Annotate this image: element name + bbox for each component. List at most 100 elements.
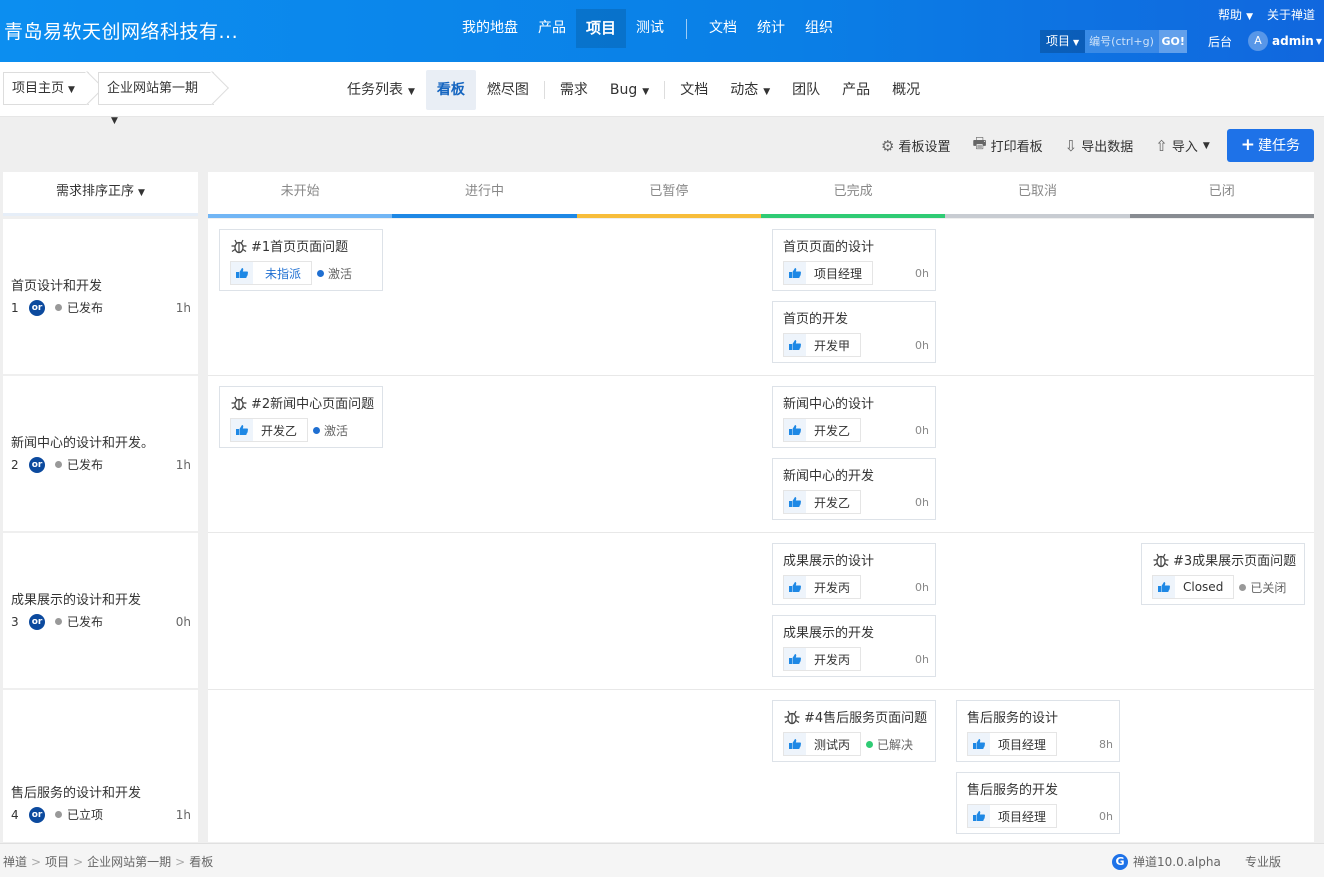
task-card[interactable]: 成果展示的设计 开发丙 0h [772,543,936,605]
printer-icon: 🖶 [972,134,987,152]
assign-button[interactable]: 开发乙 [230,418,309,442]
version-info[interactable]: G 禅道10.0.alpha [1112,853,1221,870]
subnav-item[interactable]: 燃尽图 [476,70,540,110]
bug-card[interactable]: #1首页页面问题 未指派 激活 [219,229,383,291]
card-title[interactable]: 新闻中心的开发 [783,465,874,484]
task-card[interactable]: 售后服务的开发 项目经理 0h [956,772,1120,834]
search-type-select[interactable]: 项目 ▼ [1040,30,1086,53]
search-go-button[interactable]: GO! [1159,30,1188,53]
task-card[interactable]: 新闻中心的开发 开发乙 0h [772,458,936,520]
task-card[interactable]: 售后服务的设计项目经理 8h [956,700,1120,762]
assignee: Closed [1183,580,1224,594]
subnav-item[interactable]: 看板 [425,69,476,110]
story-title[interactable]: 成果展示的设计和开发 [11,589,141,608]
main-nav-item[interactable]: 统计 [747,9,795,48]
task-card[interactable]: 成果展示的开发开发丙 0h [772,615,936,677]
card-title[interactable]: #2新闻中心页面问题 [251,393,374,412]
bug-card[interactable]: #3成果展示页面问题 Closed 已关闭 [1141,543,1305,605]
main-nav-item[interactable]: 文档 [699,9,747,48]
assign-button[interactable]: 开发丙 [783,575,862,599]
card-title[interactable]: 售后服务的开发 [967,779,1058,798]
card-hours: 0h [915,266,929,280]
footer-crumb[interactable]: 项目 [45,855,69,869]
crumb-project-home[interactable]: 项目主页 ▼ [3,72,89,105]
subnav-item[interactable]: 概况 [881,70,931,110]
story-title[interactable]: 新闻中心的设计和开发。 [11,432,154,451]
assign-button[interactable]: 测试丙 [783,732,862,756]
assign-button[interactable]: 开发丙 [783,647,862,671]
assign-button[interactable]: 项目经理 [783,261,874,285]
card-title[interactable]: 成果展示的开发 [783,622,874,641]
assignee: 项目经理 [814,266,863,281]
task-card[interactable]: 新闻中心的设计 开发乙 0h [772,386,936,448]
admin-backend-link[interactable]: 后台 [1208,33,1232,50]
crumb-project-select[interactable]: 企业网站第一期▼ [98,72,214,126]
bug-card[interactable]: #4售后服务页面问题 测试丙 已解决 [772,700,936,762]
company-name[interactable]: 青岛易软天创网络科技有... [4,17,238,44]
assignee: 未指派 [265,266,302,281]
story-title[interactable]: 首页设计和开发 [11,275,102,294]
lane-body: #4售后服务页面问题 测试丙 已解决 售后服务的设计 项目经理 8h 售后服务的开发 项目经理… [208,690,1314,842]
subnav-item[interactable]: 动态 ▼ [719,70,781,110]
assignee: 项目经理 [998,809,1047,824]
main-nav-item[interactable]: 我的地盘 [452,9,528,48]
assign-button[interactable]: 开发甲 [783,333,862,357]
status-badge: 激活 [313,422,348,439]
subnav-item[interactable]: 任务列表 ▼ [336,70,426,110]
about-link[interactable]: 关于禅道 [1267,6,1315,23]
assign-button[interactable]: 开发乙 [783,418,862,442]
subnav-item[interactable]: 团队 [781,70,831,110]
card-title[interactable]: 首页的开发 [783,308,848,327]
assign-button[interactable]: Closed [1152,575,1235,599]
task-card[interactable]: 首页页面的设计项目经理 0h [772,229,936,291]
subnav-item[interactable]: 需求 [549,70,599,110]
bug-card[interactable]: #2新闻中心页面问题开发乙 激活 [219,386,383,448]
story-sort-toggle[interactable]: 需求排序正序 ▼ [3,172,198,216]
print-kanban-button[interactable]: 🖶 打印看板 [972,133,1042,158]
search-input[interactable] [1085,30,1160,53]
assign-button[interactable]: 开发乙 [783,490,862,514]
create-task-button[interactable]: + 建任务 [1226,129,1314,162]
story-status: 已发布 [67,615,104,629]
footer-crumb[interactable]: 企业网站第一期 [87,855,171,869]
assign-button[interactable]: 未指派 [230,261,313,285]
user-menu[interactable]: A admin ▼ [1248,31,1322,51]
card-title[interactable]: 成果展示的设计 [783,550,874,569]
card-title[interactable]: 首页页面的设计 [783,236,874,255]
thumbs-up-icon [968,805,990,827]
bug-icon [231,239,247,253]
search-box: 项目▼ GO! [1040,30,1188,53]
main-nav-item[interactable]: 产品 [528,9,576,48]
help-menu[interactable]: 帮助 ▼ [1218,6,1253,23]
kanban-board: 需求排序正序 ▼ 未开始 进行中 已暂停 已完成 已取消 已闭 首页设计和开发 1 or 已发布 1… [3,172,1314,842]
main-nav-item[interactable]: 组织 [795,9,843,48]
subnav-item[interactable]: 文档 [669,70,719,110]
card-hours: 8h [1099,737,1113,751]
assignee: 测试丙 [814,737,851,752]
story-title[interactable]: 售后服务的设计和开发 [11,782,141,801]
card-title[interactable]: 售后服务的设计 [967,707,1058,726]
card-title[interactable]: 新闻中心的设计 [783,393,874,412]
assignee: 开发甲 [814,338,851,353]
upload-icon: ⇧ [1155,136,1168,155]
card-title[interactable]: #4售后服务页面问题 [804,707,927,726]
subnav-item[interactable]: 产品 [831,70,881,110]
footer-crumb: 看板 [189,855,214,869]
footer-crumb[interactable]: 禅道 [3,855,27,869]
avatar: or [29,613,45,630]
bug-icon [784,710,800,724]
import-button[interactable]: ⇧ 导入 ▼ [1155,136,1210,156]
card-title[interactable]: #3成果展示页面问题 [1173,550,1296,569]
card-hours: 0h [915,652,929,666]
subnav-item[interactable]: Bug ▼ [599,70,660,110]
main-nav-item[interactable]: 项目 [576,9,627,48]
main-nav-item[interactable]: 测试 [626,9,674,48]
story-id: 4 [11,807,19,822]
assign-button[interactable]: 项目经理 [967,804,1058,828]
export-data-button[interactable]: ⇩ 导出数据 [1065,136,1134,156]
avatar: or [29,456,45,473]
assign-button[interactable]: 项目经理 [967,732,1058,756]
task-card[interactable]: 首页的开发 开发甲 0h [772,301,936,363]
kanban-settings-button[interactable]: ⚙ 看板设置 [881,136,950,156]
card-title[interactable]: #1首页页面问题 [251,236,348,255]
